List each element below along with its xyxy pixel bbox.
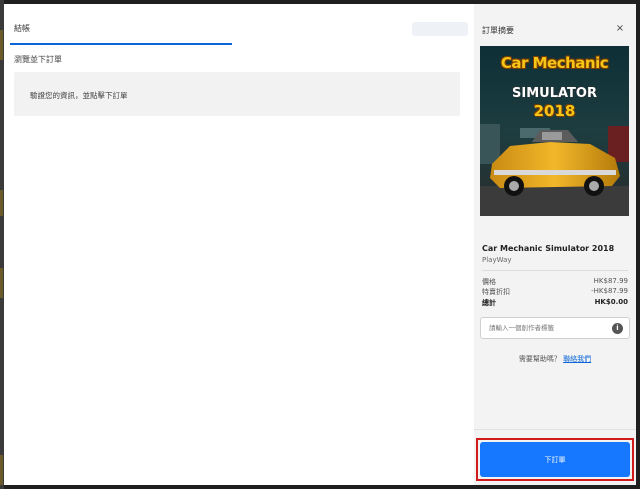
close-icon[interactable]: × [615, 24, 625, 34]
creator-tag-input[interactable] [489, 322, 599, 334]
price-label: 價格 [482, 278, 496, 286]
tab-checkout[interactable]: 結帳 [14, 23, 30, 34]
creator-tag-field: i [480, 317, 630, 339]
tab-active-underline [10, 43, 232, 45]
place-order-button[interactable]: 下訂單 [480, 442, 630, 477]
tab-placeholder-pill [412, 22, 468, 36]
checkout-modal: 結帳 瀏覽並下訂單 驗證您的資訊，並點擊下訂單 訂單摘要 × Car Mecha… [4, 4, 636, 485]
contact-us-link[interactable]: 聯絡我們 [563, 355, 591, 363]
discount-value: -HK$87.99 [591, 287, 628, 295]
total-label: 總計 [482, 299, 496, 307]
info-box: 驗證您的資訊，並點擊下訂單 [14, 72, 460, 116]
footer-divider [474, 429, 636, 430]
divider [482, 270, 628, 271]
game-cover-image: Car Mechanic SIMULATOR 2018 [480, 46, 629, 216]
backdrop-strip [0, 455, 3, 485]
backdrop-strip [0, 30, 3, 60]
cover-logo-line2: SIMULATOR [512, 86, 597, 101]
checkout-pane: 結帳 瀏覽並下訂單 驗證您的資訊，並點擊下訂單 [4, 4, 474, 485]
info-message: 驗證您的資訊，並點擊下訂單 [30, 91, 128, 100]
game-title: Car Mechanic Simulator 2018 [482, 244, 615, 253]
order-summary-pane: 訂單摘要 × Car Mechanic SIMULATOR 2018 Car M… [474, 4, 636, 485]
backdrop-strip [0, 190, 3, 216]
info-icon[interactable]: i [612, 323, 623, 334]
cover-logo-line3: 2018 [533, 102, 576, 120]
cover-logo-line1: Car Mechanic [500, 54, 609, 72]
publisher-name: PlayWay [482, 256, 512, 264]
help-line: 需要幫助嗎？ 聯絡我們 [474, 354, 636, 364]
help-text: 需要幫助嗎？ [518, 355, 561, 363]
summary-title: 訂單摘要 [482, 26, 514, 35]
backdrop-strip [0, 268, 3, 298]
section-heading: 瀏覽並下訂單 [14, 55, 62, 64]
total-value: HK$0.00 [594, 298, 628, 306]
price-value: HK$87.99 [593, 277, 628, 285]
discount-label: 特賣折扣 [482, 288, 510, 296]
tab-bar: 結帳 [4, 4, 474, 45]
